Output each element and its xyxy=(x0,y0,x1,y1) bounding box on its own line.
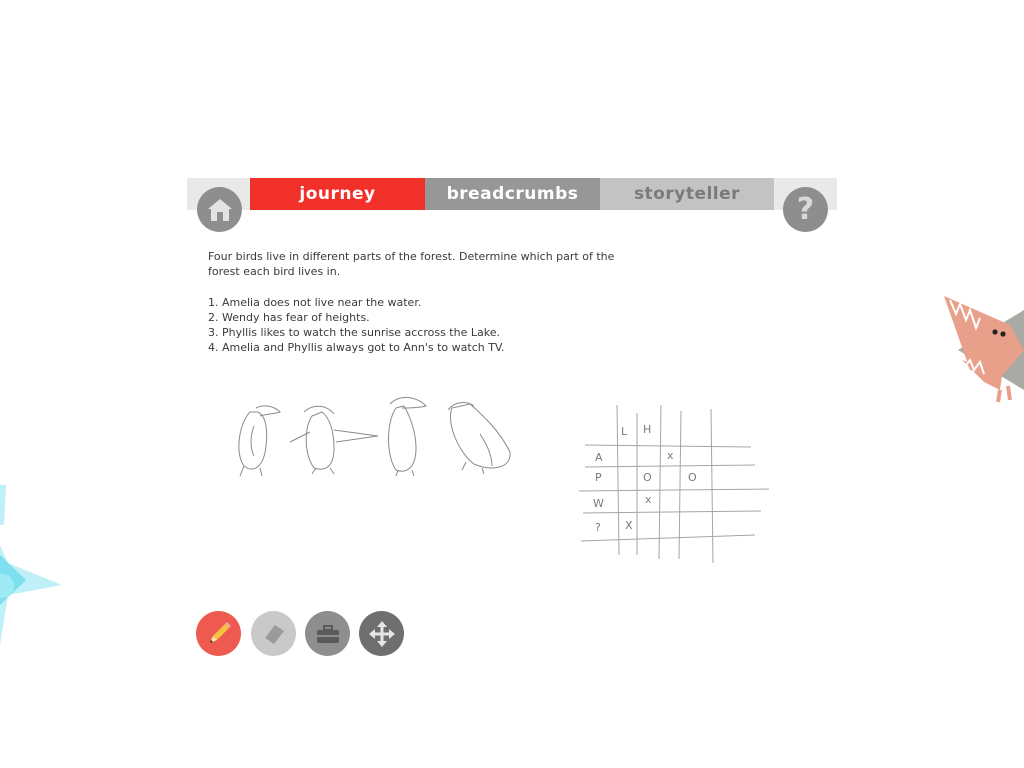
grid-column-label: H xyxy=(643,423,651,436)
penguin-drawing xyxy=(447,402,511,475)
grid-row-label: A xyxy=(595,451,603,464)
move-tool-button[interactable] xyxy=(359,611,404,656)
grid-row-label: ? xyxy=(595,521,601,534)
grid-row-label: W xyxy=(593,497,604,510)
pencil-icon xyxy=(209,621,231,643)
toolbox-icon xyxy=(316,624,339,643)
grid-row-label: P xyxy=(595,471,602,484)
logic-grid-sketch: L H A P W ? x O O x X xyxy=(578,405,770,564)
home-icon xyxy=(207,198,232,221)
clue-item: 3. Phyllis likes to watch the sunrise ac… xyxy=(208,326,500,340)
monster-eye-right xyxy=(1000,331,1006,337)
eraser-tool-button[interactable] xyxy=(251,611,296,656)
pencil-tool-button[interactable] xyxy=(196,611,241,656)
tab-breadcrumbs[interactable]: breadcrumbs xyxy=(425,178,600,210)
grid-column-label: L xyxy=(621,425,628,438)
tab-journey[interactable]: journey xyxy=(250,178,425,210)
clue-item: 4. Amelia and Phyllis always got to Ann'… xyxy=(208,341,505,355)
eraser-icon xyxy=(264,624,284,644)
grid-mark: x xyxy=(645,493,652,506)
penguin-drawing xyxy=(289,405,379,475)
penguin-drawing xyxy=(388,397,427,477)
question-mark-icon: ? xyxy=(796,192,815,227)
tab-storyteller[interactable]: storyteller xyxy=(600,178,774,210)
penguin-sketches xyxy=(238,397,511,477)
clue-list: 1. Amelia does not live near the water. … xyxy=(208,295,628,356)
clue-item: 1. Amelia does not live near the water. xyxy=(208,295,422,309)
move-arrows-icon xyxy=(368,620,395,647)
grid-mark: O xyxy=(643,471,652,484)
puzzle-text: Four birds live in different parts of th… xyxy=(208,249,628,356)
grid-mark: O xyxy=(688,471,697,484)
help-button[interactable]: ? xyxy=(783,187,828,232)
monster-mascot xyxy=(944,296,1024,403)
grid-mark: X xyxy=(625,519,633,532)
home-button[interactable] xyxy=(197,187,242,232)
monster-eye-left xyxy=(992,329,998,335)
grid-mark: x xyxy=(667,449,674,462)
blue-star-decoration xyxy=(0,485,62,645)
puzzle-intro: Four birds live in different parts of th… xyxy=(208,250,615,279)
toolbox-tool-button[interactable] xyxy=(305,611,350,656)
penguin-drawing xyxy=(238,405,281,477)
clue-item: 2. Wendy has fear of heights. xyxy=(208,310,370,324)
